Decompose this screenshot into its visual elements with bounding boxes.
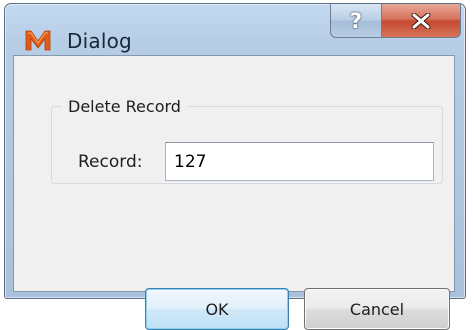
record-input[interactable] xyxy=(165,142,434,181)
close-icon xyxy=(411,12,431,29)
help-button[interactable]: ? xyxy=(330,4,382,38)
record-label: Record: xyxy=(78,152,143,172)
cancel-button[interactable]: Cancel xyxy=(304,288,450,330)
ok-button[interactable]: OK xyxy=(145,288,289,330)
group-title: Delete Record xyxy=(62,97,187,116)
dialog-window: Dialog ? Delete Record Record: OK Cancel xyxy=(4,3,466,330)
close-button[interactable] xyxy=(381,4,461,38)
window-title: Dialog xyxy=(67,29,132,53)
dialog-body: Delete Record Record: OK Cancel xyxy=(13,55,455,330)
m-logo-icon xyxy=(24,28,52,52)
